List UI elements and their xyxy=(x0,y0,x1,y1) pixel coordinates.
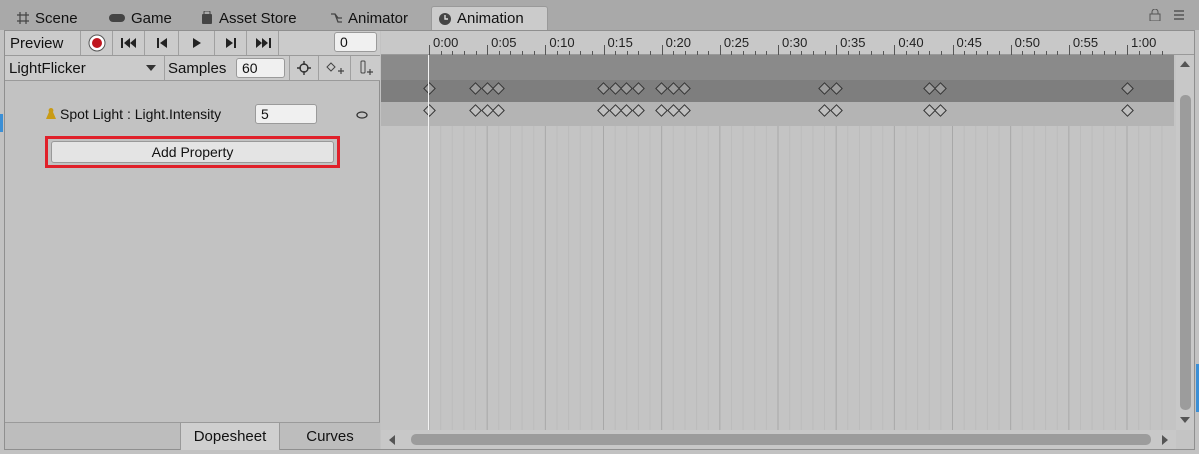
preview-label: Preview xyxy=(10,34,64,52)
gamepad-icon xyxy=(109,14,125,22)
dopesheet-summary-row xyxy=(381,55,1174,80)
clip-name: LightFlicker xyxy=(9,59,86,77)
add-property-button[interactable]: Add Property xyxy=(51,141,334,163)
tab-label: Game xyxy=(131,9,172,27)
ruler-label: 0:05 xyxy=(491,35,517,50)
ruler-label: 0:10 xyxy=(549,35,575,50)
tab-asset-store[interactable]: Asset Store xyxy=(194,6,303,30)
next-keyframe-button[interactable] xyxy=(215,31,247,55)
scroll-down-arrow-icon[interactable] xyxy=(1180,417,1190,423)
tab-curves[interactable]: Curves xyxy=(280,423,380,450)
ruler-label: 0:35 xyxy=(840,35,866,50)
ruler-tick xyxy=(719,45,721,55)
samples-label: Samples xyxy=(168,59,227,77)
playback-toolbar: Preview 0 xyxy=(5,31,380,56)
ruler-label: 0:55 xyxy=(1072,35,1099,50)
add-event-icon xyxy=(360,60,373,75)
step-forward-icon xyxy=(225,38,236,48)
property-options-icon[interactable] xyxy=(356,111,368,119)
property-label: Spot Light : Light.Intensity xyxy=(60,106,222,122)
tab-animation[interactable]: Animation xyxy=(431,6,548,30)
skip-end-icon xyxy=(255,38,271,48)
ruler-label: 1:00 xyxy=(1131,35,1157,50)
step-back-icon xyxy=(156,38,167,48)
ruler-label: 0:25 xyxy=(723,35,750,50)
first-keyframe-button[interactable] xyxy=(113,31,145,55)
ruler-tick xyxy=(545,45,547,55)
ruler-tick xyxy=(836,45,838,55)
window-tab-bar: Scene Game Asset Store Animator Animatio… xyxy=(0,0,1199,30)
add-property-highlight: Add Property xyxy=(45,136,340,168)
key-mode-button[interactable] xyxy=(289,56,319,80)
vertical-scroll-thumb[interactable] xyxy=(1180,95,1191,410)
frame-input[interactable]: 0 xyxy=(334,32,377,52)
clock-icon xyxy=(439,12,451,25)
ruler-label: 0:40 xyxy=(898,35,924,50)
ruler-tick xyxy=(487,45,489,55)
ruler-tick xyxy=(429,45,430,55)
ruler-tick xyxy=(661,45,663,55)
add-keyframe-icon xyxy=(325,62,344,74)
ruler-label: 0:50 xyxy=(1014,35,1040,50)
bag-icon xyxy=(202,11,212,24)
play-icon xyxy=(192,38,201,48)
ruler-tick xyxy=(778,45,779,55)
hierarchy-panel: Preview 0 LightFlicker Samples 60 Spot L… xyxy=(5,31,380,449)
tab-animator[interactable]: Animator xyxy=(323,6,414,30)
ruler-tick xyxy=(1068,45,1070,55)
ruler-tick xyxy=(952,45,954,55)
add-property-label: Add Property xyxy=(151,144,234,160)
grid-icon xyxy=(17,12,29,24)
vertical-scrollbar[interactable] xyxy=(1176,55,1194,430)
side-accent xyxy=(0,114,3,132)
last-keyframe-button[interactable] xyxy=(247,31,279,55)
view-mode-tabs: Dopesheet Curves xyxy=(5,422,380,450)
tab-game[interactable]: Game xyxy=(102,6,178,30)
playhead-line[interactable] xyxy=(428,55,429,430)
record-icon xyxy=(88,34,105,52)
horizontal-scrollbar[interactable] xyxy=(381,430,1176,449)
scroll-right-arrow-icon[interactable] xyxy=(1162,435,1168,445)
horizontal-scroll-thumb[interactable] xyxy=(411,434,1151,445)
ruler-label: 0:45 xyxy=(956,35,982,50)
dropdown-arrow-icon xyxy=(146,65,156,71)
tab-label: Animation xyxy=(457,10,524,27)
clip-dropdown[interactable]: LightFlicker xyxy=(5,56,165,80)
ruler-label: 0:00 xyxy=(433,35,459,50)
skip-start-icon xyxy=(120,38,136,48)
tab-label: Scene xyxy=(35,9,78,27)
ruler-tick xyxy=(1127,45,1128,55)
tab-dopesheet[interactable]: Dopesheet xyxy=(180,423,280,450)
ruler-tick xyxy=(894,45,896,55)
ruler-tick xyxy=(603,45,605,55)
record-button[interactable] xyxy=(81,31,113,55)
ruler-label: 0:30 xyxy=(782,35,808,50)
tab-label: Animator xyxy=(348,9,409,27)
dopesheet-label: Dopesheet xyxy=(193,428,267,445)
add-keyframe-button[interactable] xyxy=(319,56,351,80)
add-event-button[interactable] xyxy=(351,56,380,80)
ruler-label: 0:15 xyxy=(607,35,633,50)
preview-toggle[interactable]: Preview xyxy=(5,31,81,55)
ruler-tick xyxy=(1010,45,1012,55)
previous-keyframe-button[interactable] xyxy=(145,31,179,55)
curves-label: Curves xyxy=(306,428,354,445)
tab-label: Asset Store xyxy=(219,9,297,27)
ruler-label: 0:20 xyxy=(665,35,691,50)
clip-toolbar: LightFlicker Samples 60 xyxy=(5,56,380,81)
more-menu-icon[interactable] xyxy=(1172,9,1186,21)
scroll-up-arrow-icon[interactable] xyxy=(1180,61,1190,67)
tab-scene[interactable]: Scene xyxy=(10,6,84,30)
property-value-input[interactable]: 5 xyxy=(255,104,317,124)
spot-light-icon xyxy=(46,108,56,119)
play-button[interactable] xyxy=(179,31,215,55)
time-ruler[interactable]: 0:00 0:05 0:10 0:15 0:20 0:25 0:30 0:35 0:40 0:45… xyxy=(381,31,1194,55)
crosshair-icon xyxy=(297,61,311,75)
branch-icon xyxy=(331,13,342,23)
scroll-left-arrow-icon[interactable] xyxy=(389,435,395,445)
lock-icon[interactable] xyxy=(1148,9,1162,21)
samples-input[interactable]: 60 xyxy=(236,58,285,78)
